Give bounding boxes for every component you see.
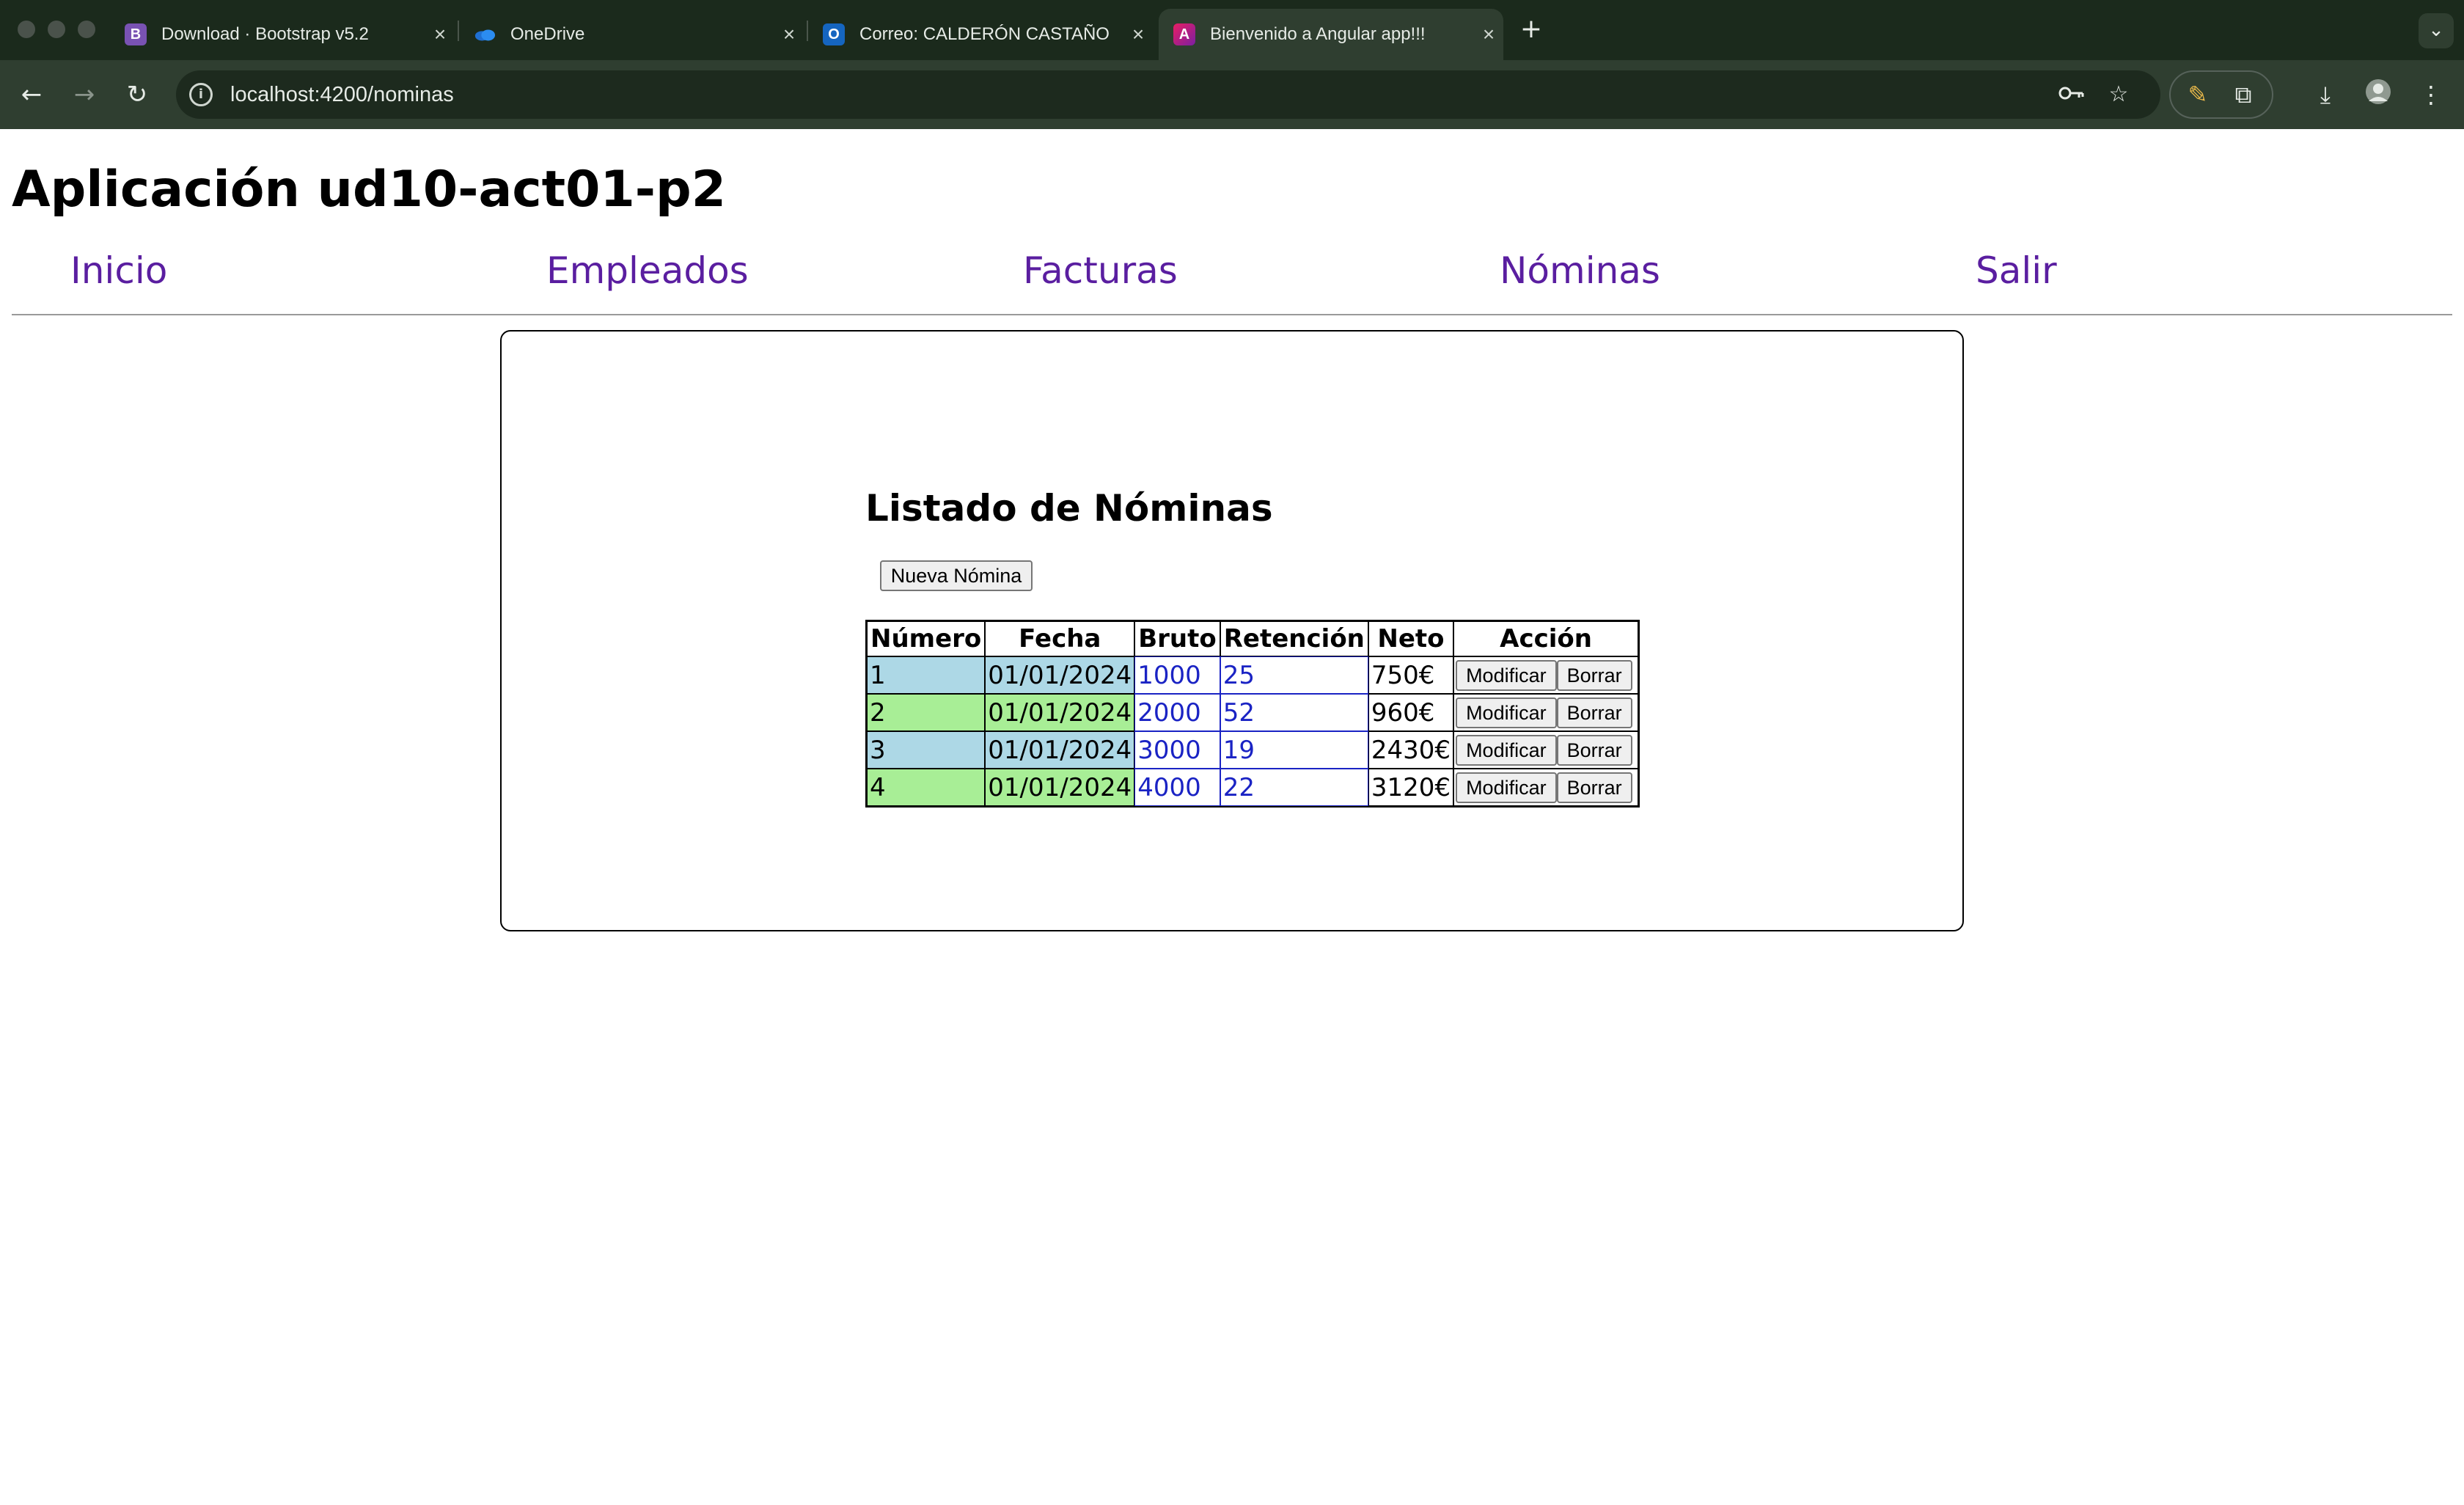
nominas-table: Número Fecha Bruto Retención Neto Acción… — [865, 620, 1640, 808]
cell-neto: 750€ — [1368, 656, 1454, 694]
table-row: 3 01/01/2024 3000 19 2430€ Modificar Borr… — [867, 731, 1639, 769]
cell-fecha: 01/01/2024 — [985, 731, 1135, 769]
forward-arrow-icon[interactable]: → — [67, 78, 101, 111]
cell-fecha: 01/01/2024 — [985, 694, 1135, 731]
more-menu-icon[interactable]: ⋮ — [2414, 78, 2448, 111]
cell-bruto: 1000 — [1134, 656, 1220, 694]
bookmark-star-icon[interactable]: ☆ — [2102, 78, 2135, 111]
window-close-control[interactable] — [18, 21, 35, 38]
cell-bruto: 2000 — [1134, 694, 1220, 731]
table-row: 2 01/01/2024 2000 52 960€ Modificar Borra… — [867, 694, 1639, 731]
window-minimize-control[interactable] — [48, 21, 65, 38]
cell-numero: 2 — [867, 694, 986, 731]
column-header-numero: Número — [867, 621, 986, 656]
address-bar[interactable]: i localhost:4200/nominas ☆ — [176, 70, 2160, 119]
cell-retencion: 22 — [1220, 769, 1368, 806]
divider — [12, 314, 2452, 315]
new-nomina-button[interactable]: Nueva Nómina — [880, 560, 1033, 591]
delete-button[interactable]: Borrar — [1556, 734, 1632, 766]
cell-retencion: 52 — [1220, 694, 1368, 731]
delete-button[interactable]: Borrar — [1556, 659, 1632, 691]
column-header-accion: Acción — [1453, 621, 1639, 656]
cell-numero: 3 — [867, 731, 986, 769]
tab-outlook[interactable]: O Correo: CALDERÓN CASTAÑO × — [808, 9, 1153, 60]
cell-neto: 3120€ — [1368, 769, 1454, 806]
nav-link-empleados[interactable]: Empleados — [546, 243, 749, 298]
cell-fecha: 01/01/2024 — [985, 769, 1135, 806]
back-arrow-icon[interactable]: ← — [15, 78, 48, 111]
url-text[interactable]: localhost:4200/nominas — [230, 70, 454, 119]
tab-label: Bienvenido a Angular app!!! — [1210, 24, 1426, 44]
modify-button[interactable]: Modificar — [1456, 697, 1557, 728]
download-icon[interactable]: ⤓ — [2309, 78, 2342, 111]
modify-button[interactable]: Modificar — [1456, 659, 1557, 691]
cell-numero: 1 — [867, 656, 986, 694]
tab-bootstrap[interactable]: B Download · Bootstrap v5.2 × — [110, 9, 455, 60]
cell-numero: 4 — [867, 769, 986, 806]
cell-bruto: 4000 — [1134, 769, 1220, 806]
list-title: Listado de Nóminas — [865, 487, 1273, 530]
tab-label: Download · Bootstrap v5.2 — [161, 24, 369, 44]
password-key-icon[interactable] — [2055, 78, 2089, 111]
nav-link-facturas[interactable]: Facturas — [1023, 243, 1178, 298]
close-icon[interactable]: × — [774, 23, 804, 46]
pencil-extension-icon[interactable]: ✎ — [2181, 78, 2215, 111]
table-row: 1 01/01/2024 1000 25 750€ Modificar Borra… — [867, 656, 1639, 694]
browser-toolbar: ← → ↻ i localhost:4200/nominas ☆ ✎ ⧉ ⤓ ⋮ — [0, 60, 2464, 129]
reload-icon[interactable]: ↻ — [120, 78, 154, 111]
cell-accion: Modificar Borrar — [1453, 731, 1639, 769]
column-header-retencion: Retención — [1220, 621, 1368, 656]
page-title: Aplicación ud10-act01-p2 — [12, 161, 727, 219]
cell-neto: 960€ — [1368, 694, 1454, 731]
extensions-group: ✎ ⧉ — [2169, 70, 2273, 119]
profile-avatar-icon[interactable] — [2361, 78, 2395, 111]
close-icon[interactable]: × — [425, 23, 455, 46]
delete-button[interactable]: Borrar — [1556, 697, 1632, 728]
extensions-puzzle-icon[interactable]: ⧉ — [2226, 78, 2260, 111]
cell-retencion: 19 — [1220, 731, 1368, 769]
angular-icon: A — [1173, 23, 1195, 45]
onedrive-icon — [474, 23, 496, 45]
table-header-row: Número Fecha Bruto Retención Neto Acción — [867, 621, 1639, 656]
cell-accion: Modificar Borrar — [1453, 694, 1639, 731]
modify-button[interactable]: Modificar — [1456, 772, 1557, 803]
cell-fecha: 01/01/2024 — [985, 656, 1135, 694]
cell-accion: Modificar Borrar — [1453, 769, 1639, 806]
delete-button[interactable]: Borrar — [1556, 772, 1632, 803]
column-header-bruto: Bruto — [1134, 621, 1220, 656]
tab-search-chevron-icon[interactable]: ⌄ — [2419, 13, 2454, 48]
cell-retencion: 25 — [1220, 656, 1368, 694]
tab-label: OneDrive — [510, 24, 585, 44]
new-tab-button[interactable]: + — [1515, 10, 1547, 48]
tab-onedrive[interactable]: OneDrive × — [459, 9, 804, 60]
nav-link-inicio[interactable]: Inicio — [70, 243, 167, 298]
browser-tab-strip: B Download · Bootstrap v5.2 × OneDrive ×… — [0, 0, 2464, 60]
column-header-neto: Neto — [1368, 621, 1454, 656]
modify-button[interactable]: Modificar — [1456, 734, 1557, 766]
window-zoom-control[interactable] — [78, 21, 95, 38]
cell-accion: Modificar Borrar — [1453, 656, 1639, 694]
close-icon[interactable]: × — [1474, 23, 1503, 46]
nav-link-salir[interactable]: Salir — [1976, 243, 2057, 298]
tab-angular-app[interactable]: A Bienvenido a Angular app!!! × — [1159, 9, 1503, 60]
bootstrap-icon: B — [125, 23, 147, 45]
cell-neto: 2430€ — [1368, 731, 1454, 769]
tab-label: Correo: CALDERÓN CASTAÑO — [859, 24, 1110, 44]
site-info-icon[interactable]: i — [189, 83, 213, 106]
cell-bruto: 3000 — [1134, 731, 1220, 769]
column-header-fecha: Fecha — [985, 621, 1135, 656]
close-icon[interactable]: × — [1123, 23, 1153, 46]
table-row: 4 01/01/2024 4000 22 3120€ Modificar Borr… — [867, 769, 1639, 806]
outlook-icon: O — [823, 23, 845, 45]
nav-link-nominas[interactable]: Nóminas — [1500, 243, 1660, 298]
